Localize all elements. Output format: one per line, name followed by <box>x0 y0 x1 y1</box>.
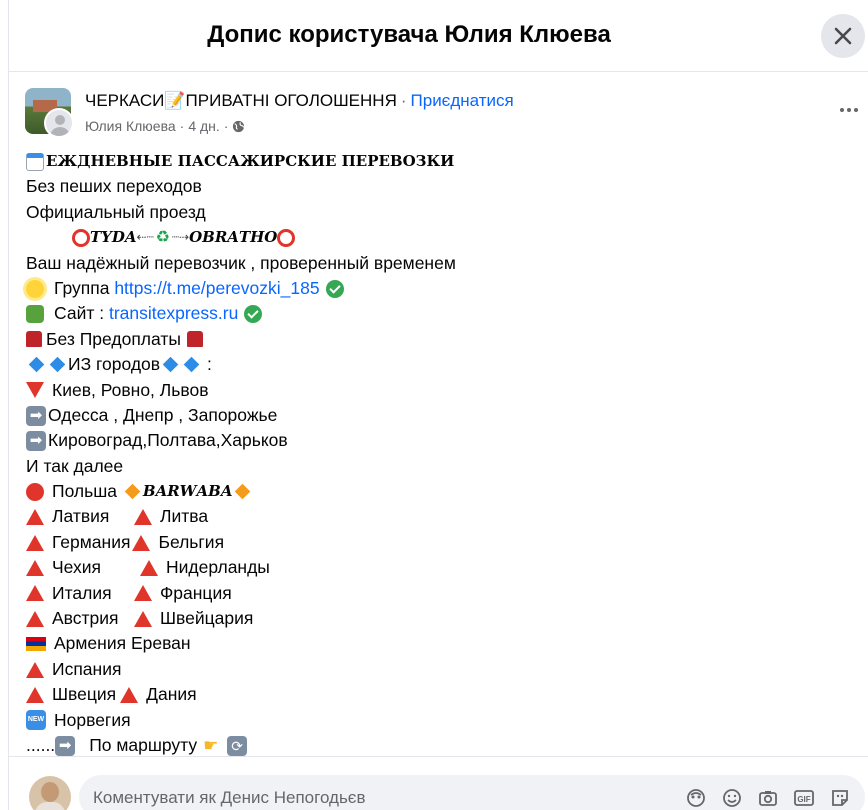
post-line: Италия Франция <box>26 581 856 606</box>
more-options-button[interactable] <box>835 100 863 120</box>
post-time[interactable]: 4 дн. <box>188 118 219 134</box>
red-triangle-icon <box>134 585 152 602</box>
post-line: Австрия Швейцария <box>26 606 856 631</box>
red-triangle-icon <box>120 686 139 703</box>
hat-icon <box>26 331 42 348</box>
group-line: ЧЕРКАСИ📝ПРИВАТНІ ОГОЛОШЕННЯ · Приєднатися <box>85 91 514 111</box>
pointing-hand-icon: ☛ <box>203 735 219 755</box>
red-ring-icon <box>72 228 90 247</box>
red-triangle-icon <box>26 534 44 551</box>
gif-icon[interactable]: GIF <box>793 787 815 809</box>
post-line: Польша 𝑩𝑨𝑹𝑾𝑨𝑩𝑨 <box>26 479 856 504</box>
separator-dot: · <box>400 91 407 110</box>
emoji-icon[interactable] <box>721 787 743 809</box>
post-line: Швеция Дания <box>26 682 856 707</box>
armenia-flag-icon <box>26 637 46 652</box>
author-avatar[interactable] <box>44 108 74 138</box>
red-triangle-icon <box>26 661 44 678</box>
post-text: ЕЖДНЕВНЫЕ ПАССАЖИРСКИЕ ПЕРЕВОЗКИ Без пеш… <box>26 149 856 758</box>
sun-icon <box>26 279 44 298</box>
comment-placeholder: Коментувати як Денис Непогодьєв <box>93 788 366 807</box>
hat-icon <box>186 331 203 348</box>
red-triangle-icon <box>26 686 44 703</box>
arrow-right-icon: ➡ <box>26 405 46 426</box>
post-header: ЧЕРКАСИ📝ПРИВАТНІ ОГОЛОШЕННЯ · Приєднатися … <box>25 88 865 138</box>
post-line: ...... ➡ По маршруту ☛ ⟳ <box>26 733 856 758</box>
dialog-header: Допис користувача Юлия Клюева <box>9 0 868 72</box>
post-line: 𝑻𝒀𝑫𝑨 ⇠┈ ♻ ┈⇢ 𝑶𝑩𝑹𝑨𝑻𝑯𝑶 <box>26 225 856 250</box>
more-dot-icon <box>840 108 844 112</box>
post-line: Ваш надёжный перевозчик , проверенный вр… <box>26 252 456 273</box>
red-triangle-icon <box>26 559 44 576</box>
group-name[interactable]: ЧЕРКАСИ📝ПРИВАТНІ ОГОЛОШЕННЯ <box>85 91 397 110</box>
post-line: Армения Ереван <box>26 631 856 656</box>
avatar-sticker-icon[interactable] <box>685 787 707 809</box>
camera-icon[interactable] <box>757 787 779 809</box>
orange-diamond-icon <box>235 483 251 500</box>
refresh-icon: ⟳ <box>227 735 248 756</box>
post-line: NEW Норвегия <box>26 709 131 731</box>
calendar-icon <box>26 152 44 171</box>
post-line: Чехия Нидерланды <box>26 555 856 580</box>
new-badge-icon: NEW <box>26 710 46 731</box>
globe-icon <box>233 120 245 132</box>
post-line: Латвия Литва <box>26 504 856 529</box>
post-line: Германия Бельгия <box>26 530 856 555</box>
red-triangle-icon <box>26 509 44 526</box>
telegram-link[interactable]: https://t.me/perevozki_185 <box>114 276 319 301</box>
post-line: И так далее <box>26 455 124 476</box>
red-triangle-icon <box>140 559 158 576</box>
post-line: Группа https://t.me/perevozki_185 <box>26 276 856 301</box>
site-link[interactable]: transitexpress.ru <box>109 301 238 326</box>
post-line: Официальный проезд <box>26 201 206 222</box>
separator-dot: · <box>179 118 185 134</box>
post-line: Без Предоплаты <box>26 327 856 352</box>
post-line: ➡ Одесса , Днепр , Запорожье <box>26 403 856 428</box>
svg-text:GIF: GIF <box>797 795 810 804</box>
orange-diamond-icon <box>124 483 141 500</box>
post-line: ➡ Кировоград,Полтава,Харьков <box>26 428 856 453</box>
join-group-link[interactable]: Приєднатися <box>411 91 514 110</box>
post-line: Киев, Ровно, Львов <box>26 378 856 403</box>
red-ring-icon <box>277 228 296 247</box>
post-line: ЕЖДНЕВНЫЕ ПАССАЖИРСКИЕ ПЕРЕВОЗКИ <box>26 149 856 174</box>
red-circle-icon <box>26 482 44 501</box>
puzzle-icon <box>26 305 44 324</box>
my-avatar[interactable] <box>29 776 71 810</box>
post-dialog: Допис користувача Юлия Клюева ЧЕРКАСИ📝ПР… <box>8 0 868 810</box>
arrow-right-icon: ➡ <box>55 735 76 756</box>
red-triangle-icon <box>26 585 44 602</box>
red-triangle-icon <box>26 610 44 627</box>
post-line: Без пеших переходов <box>26 176 202 197</box>
comment-composer: Коментувати як Денис Непогодьєв GIF <box>9 756 868 810</box>
comment-tools: GIF <box>685 787 851 809</box>
blue-diamond-icon <box>162 357 179 373</box>
red-triangle-icon <box>132 534 151 551</box>
check-icon <box>244 305 263 324</box>
blue-diamond-icon <box>28 357 45 373</box>
post-line: Испания <box>26 657 856 682</box>
separator-dot: · <box>223 118 229 134</box>
check-icon <box>325 279 344 298</box>
blue-diamond-icon <box>49 357 66 373</box>
red-triangle-icon <box>134 610 152 627</box>
comment-input[interactable]: Коментувати як Денис Непогодьєв GIF <box>79 775 865 810</box>
recycle-icon: ♻ <box>155 228 170 246</box>
post-line: Сайт : transitexpress.ru <box>26 301 856 326</box>
arrow-right-icon: ➡ <box>26 430 46 451</box>
post-line: ИЗ городов : <box>26 352 856 377</box>
more-dot-icon <box>847 108 851 112</box>
red-triangle-icon <box>134 509 152 526</box>
red-down-triangle-icon <box>26 382 44 399</box>
more-dot-icon <box>854 108 858 112</box>
blue-diamond-icon <box>183 357 200 373</box>
close-icon <box>834 27 852 45</box>
post-meta: Юлия Клюева · 4 дн. · <box>85 118 245 134</box>
close-button[interactable] <box>821 14 865 58</box>
dialog-title: Допис користувача Юлия Клюева <box>207 21 611 48</box>
sticker-icon[interactable] <box>829 787 851 809</box>
author-name[interactable]: Юлия Клюева <box>85 118 176 134</box>
